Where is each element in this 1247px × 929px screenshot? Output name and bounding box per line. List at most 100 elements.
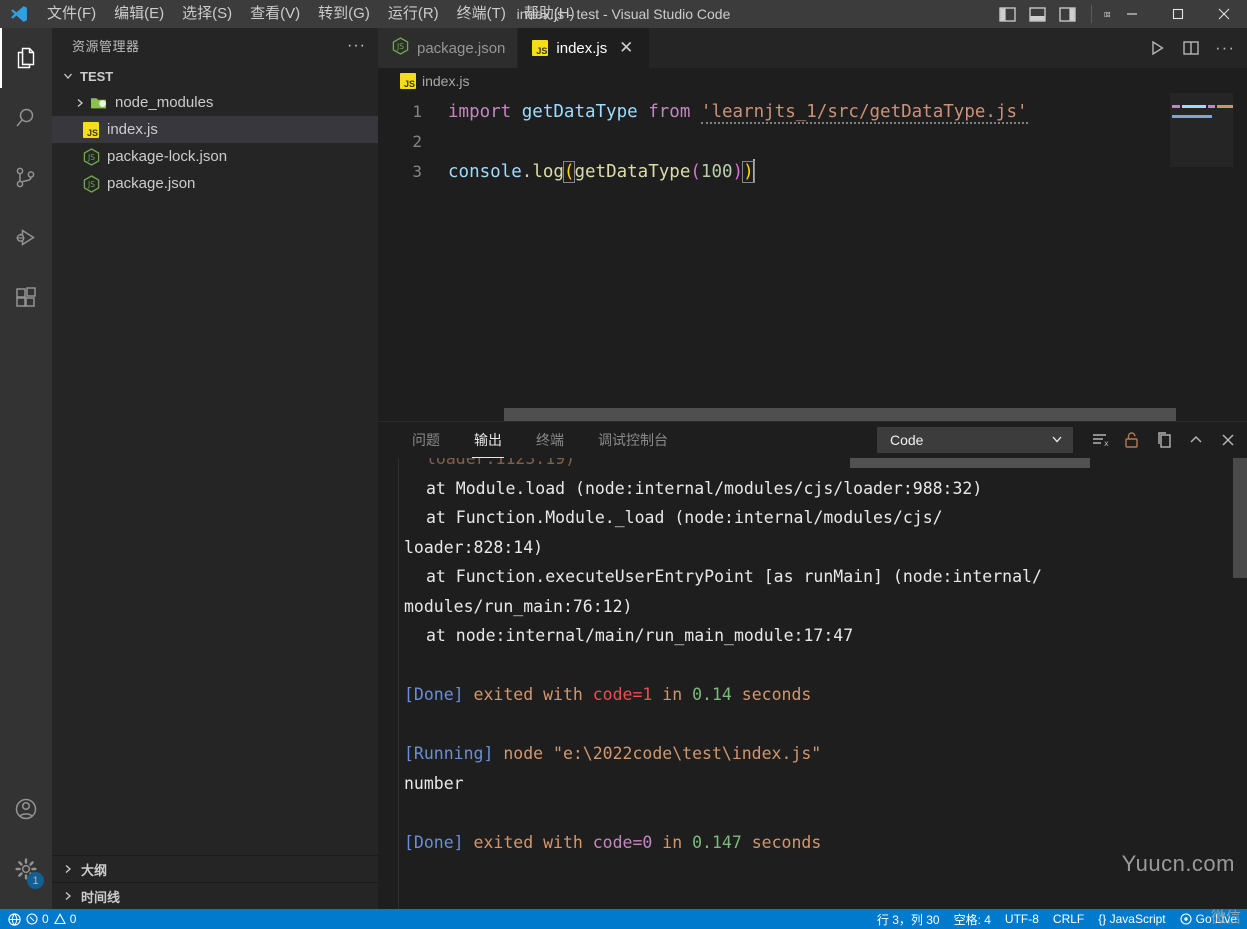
open-in-editor-icon[interactable] — [1149, 425, 1179, 455]
line-number: 2 — [412, 132, 422, 151]
menu-terminal[interactable]: 终端(T) — [448, 0, 515, 28]
activity-source-control-icon[interactable] — [0, 148, 52, 208]
tree-root-test[interactable]: TEST — [52, 63, 378, 89]
output-console[interactable]: loader:1123:19) at Module.load (node:inte… — [378, 458, 1247, 910]
minimap[interactable] — [1170, 93, 1233, 421]
menu-file[interactable]: 文件(F) — [38, 0, 105, 28]
go-live-button[interactable]: Go Live — [1180, 912, 1237, 926]
tree-item-package-json[interactable]: JS package.json — [52, 170, 378, 197]
close-panel-icon[interactable] — [1213, 425, 1243, 455]
token-keyword: from — [648, 102, 691, 122]
sidebar-title: 资源管理器 — [72, 39, 140, 54]
overview-ruler[interactable] — [1233, 93, 1247, 421]
go-live-label: Go Live — [1195, 912, 1237, 926]
output-vertical-scrollbar[interactable] — [1233, 458, 1247, 578]
activity-account-icon[interactable] — [0, 779, 52, 839]
chevron-right-icon[interactable] — [60, 863, 76, 875]
close-icon[interactable] — [1201, 0, 1247, 28]
language-mode[interactable]: {} JavaScript — [1098, 912, 1165, 926]
tab-package-json[interactable]: JS package.json — [378, 28, 519, 68]
toggle-primary-sidebar-icon[interactable] — [997, 5, 1017, 23]
activity-search-icon[interactable] — [0, 88, 52, 148]
code-editor[interactable]: 1 import getDataType from 'learnjts_1/sr… — [378, 93, 1247, 421]
output-segment: node "e:\2022code\test\index.js" — [493, 744, 822, 763]
chevron-down-icon[interactable] — [60, 70, 76, 82]
output-channel-select[interactable]: Code — [877, 427, 1073, 453]
panel-header: 问题 输出 终端 调试控制台 Code x — [378, 422, 1247, 458]
output-line: number — [404, 769, 1247, 799]
node-json-icon: JS — [80, 174, 102, 193]
remote-window-icon[interactable] — [8, 912, 21, 926]
tab-terminal[interactable]: 终端 — [526, 422, 574, 458]
menu-selection[interactable]: 选择(S) — [173, 0, 241, 28]
eol[interactable]: CRLF — [1053, 912, 1084, 926]
line-number: 1 — [412, 102, 422, 121]
cursor-position[interactable]: 行 3，列 30 — [877, 911, 940, 928]
activity-extensions-icon[interactable] — [0, 268, 52, 328]
run-code-icon[interactable] — [1143, 34, 1171, 62]
scrollbar-thumb[interactable] — [504, 408, 1176, 421]
tab-problems[interactable]: 问题 — [402, 422, 450, 458]
activity-run-and-debug-icon[interactable] — [0, 208, 52, 268]
code-line-1: 1 import getDataType from 'learnjts_1/sr… — [378, 97, 1247, 127]
encoding[interactable]: UTF-8 — [1005, 912, 1039, 926]
token-string: 'learnjts_1/src/getDataType.js' — [700, 102, 1028, 124]
minimize-icon[interactable] — [1109, 0, 1155, 28]
more-actions-icon[interactable]: ··· — [1211, 34, 1239, 62]
customize-layout-icon[interactable] — [1091, 5, 1111, 23]
menu-run[interactable]: 运行(R) — [379, 0, 448, 28]
clear-output-icon[interactable]: x — [1085, 425, 1115, 455]
activity-settings-gear-icon[interactable]: 1 — [0, 839, 52, 899]
indentation[interactable]: 空格: 4 — [954, 911, 991, 928]
window-controls[interactable] — [1109, 0, 1247, 28]
tree-item-node-modules[interactable]: node_modules — [52, 89, 378, 116]
breadcrumb[interactable]: JS index.js — [378, 68, 1247, 93]
toggle-panel-icon[interactable] — [1027, 5, 1047, 23]
activity-bar: 1 — [0, 28, 52, 909]
activity-explorer-icon[interactable] — [0, 28, 52, 88]
tree-item-index-js[interactable]: JS index.js — [52, 116, 378, 143]
svg-text:JS: JS — [87, 180, 95, 189]
output-segment: exited with — [463, 685, 593, 704]
output-segment: loader:1123:19) — [426, 458, 576, 468]
tab-debug-console[interactable]: 调试控制台 — [588, 422, 678, 458]
menu-view[interactable]: 查看(V) — [241, 0, 309, 28]
maximize-icon[interactable] — [1155, 0, 1201, 28]
toggle-secondary-sidebar-icon[interactable] — [1057, 5, 1077, 23]
status-errors[interactable]: 0 — [26, 912, 49, 926]
maximize-panel-icon[interactable] — [1181, 425, 1211, 455]
chevron-down-icon[interactable] — [1050, 432, 1064, 449]
layout-controls[interactable] — [997, 0, 1111, 28]
split-editor-icon[interactable] — [1177, 34, 1205, 62]
sidebar-more-actions-icon[interactable]: ··· — [347, 37, 366, 55]
tab-output[interactable]: 输出 — [464, 422, 512, 458]
chevron-right-icon[interactable] — [72, 97, 88, 109]
line-content[interactable]: console.log(getDataType(100)) — [448, 157, 755, 187]
menu-bar[interactable]: 文件(F) 编辑(E) 选择(S) 查看(V) 转到(G) 运行(R) 终端(T… — [38, 0, 584, 28]
editor-horizontal-scrollbar[interactable] — [378, 407, 1247, 421]
status-warnings[interactable]: 0 — [53, 912, 76, 926]
tab-close-icon[interactable]: ✕ — [615, 37, 637, 59]
svg-text:x: x — [1104, 439, 1109, 448]
output-channel-value: Code — [890, 432, 924, 448]
output-left-rule — [398, 458, 399, 910]
output-line: at node:internal/main/run_main_module:17… — [404, 621, 1247, 651]
tab-index-js[interactable]: JS index.js ✕ — [518, 28, 651, 68]
output-line: [Done] exited with code=1 in 0.14 second… — [404, 680, 1247, 710]
outline-section[interactable]: 大纲 — [52, 855, 378, 882]
menu-edit[interactable]: 编辑(E) — [105, 0, 173, 28]
menu-help[interactable]: 帮助(H) — [515, 0, 584, 28]
editor-area: JS package.json JS index.js ✕ ··· JS ind… — [378, 28, 1247, 910]
menu-go[interactable]: 转到(G) — [309, 0, 379, 28]
chevron-right-icon[interactable] — [60, 890, 76, 902]
tree-item-package-lock-json[interactable]: JS package-lock.json — [52, 143, 378, 170]
line-content[interactable]: import getDataType from 'learnjts_1/src/… — [448, 97, 1028, 127]
output-segment: exited with — [463, 832, 593, 852]
output-segment: 0.14 — [692, 685, 732, 704]
output-line: modules/run_main:76:12) — [404, 592, 1247, 622]
editor-tab-actions: ··· — [1143, 28, 1247, 68]
bottom-panel: 问题 输出 终端 调试控制台 Code x loader:1123:19) at… — [378, 421, 1247, 910]
unlock-scroll-icon[interactable] — [1117, 425, 1147, 455]
timeline-section[interactable]: 时间线 — [52, 882, 378, 909]
